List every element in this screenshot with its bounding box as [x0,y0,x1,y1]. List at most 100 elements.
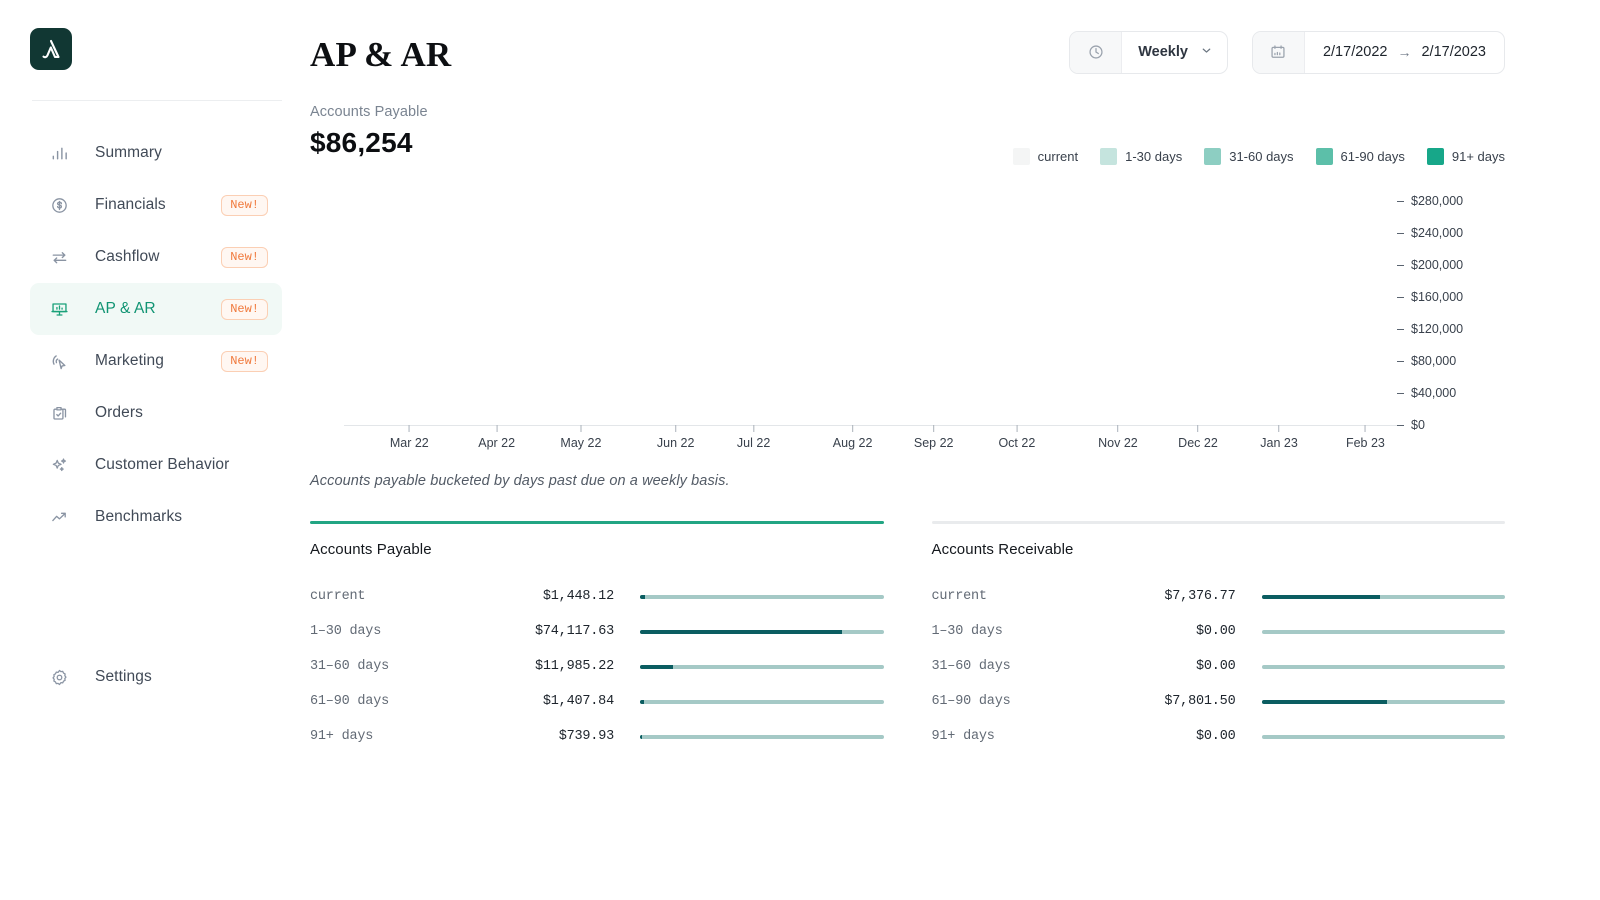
table-row[interactable]: 1–30 days $74,117.63 [310,614,884,649]
chart-bar-slot[interactable] [1358,185,1378,425]
legend-item[interactable]: 61-90 days [1315,148,1405,165]
sidebar-item-ap-ar[interactable]: AP & AR New! [30,283,282,335]
table-row[interactable]: 31–60 days $11,985.22 [310,649,884,684]
chart-bar-slot[interactable] [968,185,988,425]
chart-bar-slot[interactable] [1241,185,1261,425]
app-logo[interactable] [30,28,72,70]
chart-bar-slot[interactable] [832,185,852,425]
chart-bar-slot[interactable] [422,185,442,425]
table-row[interactable]: 61–90 days $1,407.84 [310,684,884,719]
sidebar-item-label: Financials [95,196,166,213]
chart-bar-slot[interactable] [539,185,559,425]
chart-bar-slot[interactable] [383,185,403,425]
chart-bar-slot[interactable] [1378,185,1398,425]
chart-bar-slot[interactable] [461,185,481,425]
chart-bar-slot[interactable] [1202,185,1222,425]
chart-bar-slot[interactable] [676,185,696,425]
y-tick-mark [1397,392,1404,394]
table-row[interactable]: 1–30 days $0.00 [932,614,1505,649]
chart-bar-slot[interactable] [1046,185,1066,425]
chart-bar-slot[interactable] [442,185,462,425]
chart-bar-slot[interactable] [793,185,813,425]
table-row[interactable]: 61–90 days $7,801.50 [931,684,1505,719]
chart-bar-slot[interactable] [1027,185,1047,425]
chart-bar-slot[interactable] [500,185,520,425]
sidebar-item-cashflow[interactable]: Cashflow New! [30,231,282,283]
chart-bar-slot[interactable] [1144,185,1164,425]
chart-bar-slot[interactable] [520,185,540,425]
y-axis-tick: $80,000 [1397,354,1456,368]
x-axis-tick: Apr 22 [478,425,515,450]
chart-bar-slot[interactable] [1105,185,1125,425]
chart-bar-slot[interactable] [1066,185,1086,425]
chart-bar-slot[interactable] [695,185,715,425]
chart-plot-area [344,185,1397,425]
chart-bar-slot[interactable] [1339,185,1359,425]
chart-bar-slot[interactable] [812,185,832,425]
ap-row-bar-track [640,664,884,669]
chevron-down-icon[interactable] [1200,44,1213,61]
ap-row-value: $1,407.84 [542,694,614,709]
table-row[interactable]: 91+ days $739.93 [310,719,884,754]
chart-bar-slot[interactable] [1222,185,1242,425]
chart-bar-slot[interactable] [1085,185,1105,425]
table-row[interactable]: 31–60 days $0.00 [932,649,1505,684]
chart-bar-slot[interactable] [851,185,871,425]
chart-bar-slot[interactable] [949,185,969,425]
chart-bar-slot[interactable] [1163,185,1183,425]
chart-x-axis: Mar 22 Apr 22 May 22 Jun 22 Jul 22 Aug 22 Sep … [344,425,1397,455]
legend-item[interactable]: 1-30 days [1100,148,1182,165]
chart-bar-slot[interactable] [637,185,657,425]
table-row[interactable]: current $7,376.77 [932,579,1505,614]
chart-bar-slot[interactable] [1280,185,1300,425]
chart-bar-slot[interactable] [910,185,930,425]
chart-bar-slot[interactable] [1319,185,1339,425]
granularity-selector[interactable]: Weekly [1069,30,1228,74]
chart-bar-slot[interactable] [364,185,384,425]
chart-bar-slot[interactable] [481,185,501,425]
legend-item[interactable]: 31-60 days [1204,148,1294,165]
page-header: AP & AR Weekly 2/17/2022 → 2/17/2023 [310,0,1505,78]
chart-bar-slot[interactable] [656,185,676,425]
chart-bar-slot[interactable] [403,185,423,425]
table-row[interactable]: current $1,448.12 [310,579,884,614]
chart-bar-slot[interactable] [598,185,618,425]
sidebar-item-orders[interactable]: Orders [30,387,282,439]
chart-bar-slot[interactable] [559,185,579,425]
sidebar-item-benchmarks[interactable]: Benchmarks [30,491,282,543]
chart-bar-slot[interactable] [1007,185,1027,425]
table-row[interactable]: 91+ days $0.00 [932,719,1505,754]
legend-item[interactable]: 91+ days [1426,148,1505,165]
chart-bar-slot[interactable] [1261,185,1281,425]
x-tick-label: Jun 22 [656,436,695,450]
chart-bar-slot[interactable] [1183,185,1203,425]
main-content: AP & AR Weekly 2/17/2022 → 2/17/2023 Acc… [310,0,1600,900]
chart-bar-slot[interactable] [1124,185,1144,425]
chart-bar-slot[interactable] [578,185,598,425]
chart-bar-slot[interactable] [617,185,637,425]
ar-rule [931,521,1505,524]
chart-bar-slot[interactable] [929,185,949,425]
chart-bar-slot[interactable] [773,185,793,425]
new-badge: New! [221,298,268,320]
sidebar-item-label: Settings [95,668,152,685]
chart-bar-slot[interactable] [871,185,891,425]
date-range-selector[interactable]: 2/17/2022 → 2/17/2023 [1251,30,1505,74]
chart-bar-slot[interactable] [1300,185,1320,425]
chart-bar-slot[interactable] [754,185,774,425]
chart-bar-slot[interactable] [734,185,754,425]
chart-bar-slot[interactable] [890,185,910,425]
chart-bar-slot[interactable] [344,185,364,425]
chart-bar-slot[interactable] [715,185,735,425]
sidebar-item-settings[interactable]: Settings [30,651,282,703]
sidebar-item-marketing[interactable]: Marketing New! [30,335,282,387]
chart-bar-slot[interactable] [988,185,1008,425]
x-tick-label: Nov 22 [1098,436,1138,450]
ar-row-label: 61–90 days [931,694,1011,709]
ap-row-bar-fill [640,734,643,739]
legend-label: 91+ days [1451,149,1505,164]
sidebar-item-financials[interactable]: Financials New! [30,179,282,231]
legend-item[interactable]: current [1012,148,1078,165]
sidebar-item-summary[interactable]: Summary [30,127,282,179]
sidebar-item-customer-behavior[interactable]: Customer Behavior [30,439,282,491]
